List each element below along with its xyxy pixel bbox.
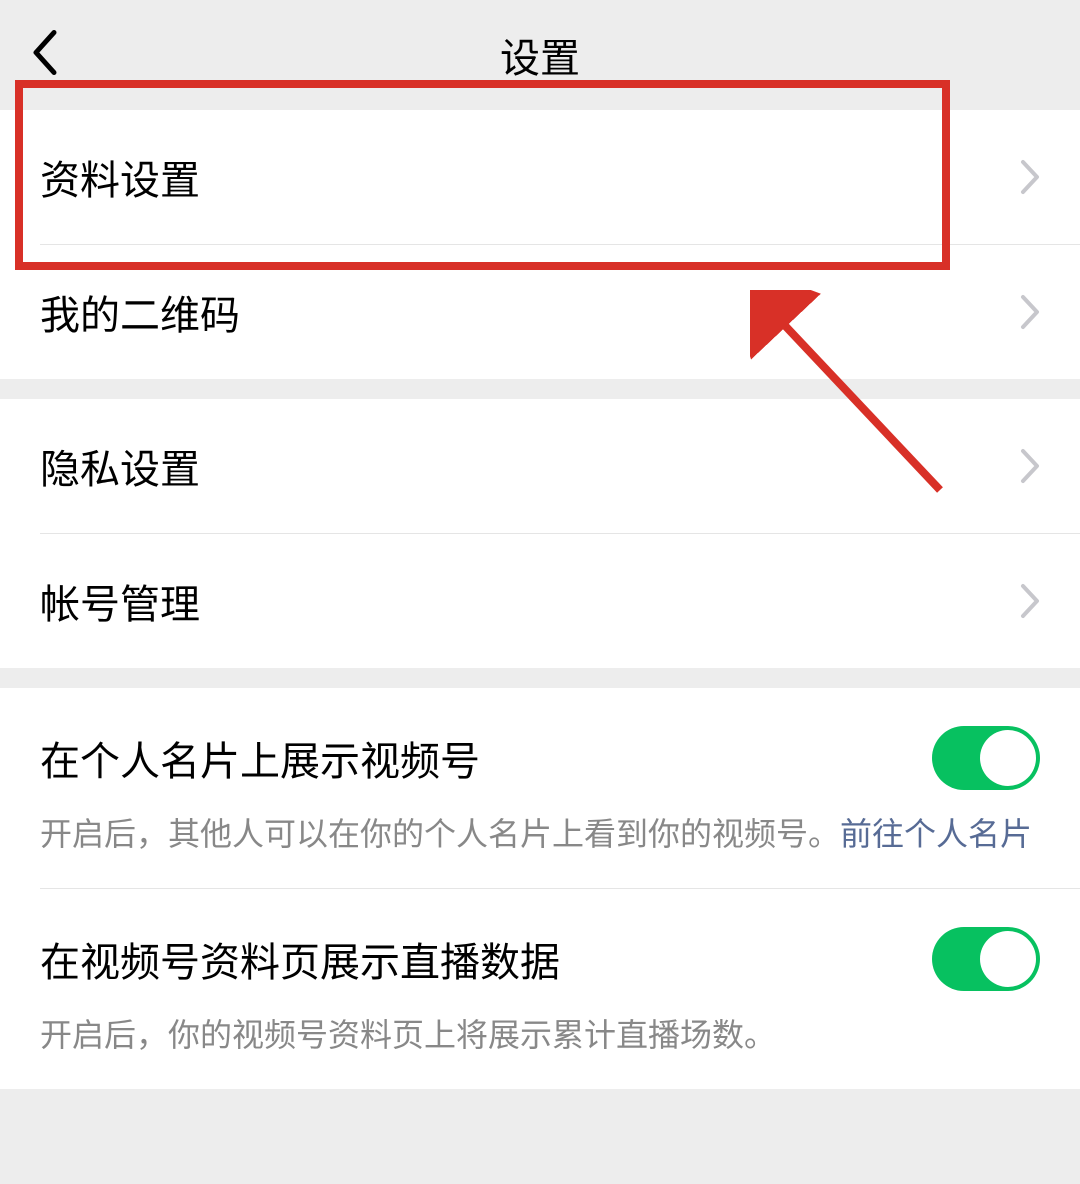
list-item-label: 资料设置 <box>40 148 200 206</box>
settings-group-3: 在个人名片上展示视频号 开启后，其他人可以在你的个人名片上看到你的视频号。前往个… <box>0 688 1080 1089</box>
switch-knob <box>980 931 1036 987</box>
list-item-label: 帐号管理 <box>40 572 200 630</box>
toggle-label: 在个人名片上展示视频号 <box>40 729 480 787</box>
toggle-label: 在视频号资料页展示直播数据 <box>40 930 560 988</box>
chevron-left-icon <box>30 29 58 77</box>
go-to-profile-card-link[interactable]: 前往个人名片 <box>840 816 1032 852</box>
show-live-data-switch[interactable] <box>932 927 1040 991</box>
header: 设置 <box>0 0 1080 110</box>
show-live-data-toggle-item: 在视频号资料页展示直播数据 开启后，你的视频号资料页上将展示累计直播场数。 <box>0 889 1080 1089</box>
settings-group-2: 隐私设置 帐号管理 <box>0 399 1080 668</box>
page-title: 设置 <box>0 26 1080 84</box>
switch-knob <box>980 730 1036 786</box>
chevron-right-icon <box>1020 294 1040 330</box>
account-management-item[interactable]: 帐号管理 <box>0 534 1080 668</box>
privacy-settings-item[interactable]: 隐私设置 <box>0 399 1080 533</box>
list-item-label: 我的二维码 <box>40 283 240 341</box>
my-qrcode-item[interactable]: 我的二维码 <box>0 245 1080 379</box>
chevron-right-icon <box>1020 583 1040 619</box>
show-video-account-switch[interactable] <box>932 726 1040 790</box>
toggle-description: 开启后，你的视频号资料页上将展示累计直播场数。 <box>40 1011 1040 1059</box>
profile-settings-item[interactable]: 资料设置 <box>0 110 1080 244</box>
show-video-account-toggle-item: 在个人名片上展示视频号 开启后，其他人可以在你的个人名片上看到你的视频号。前往个… <box>0 688 1080 888</box>
chevron-right-icon <box>1020 159 1040 195</box>
list-item-label: 隐私设置 <box>40 437 200 495</box>
section-gap <box>0 668 1080 688</box>
settings-group-1: 资料设置 我的二维码 <box>0 110 1080 379</box>
section-gap <box>0 379 1080 399</box>
chevron-right-icon <box>1020 448 1040 484</box>
back-button[interactable] <box>30 29 58 82</box>
toggle-description: 开启后，其他人可以在你的个人名片上看到你的视频号。前往个人名片 <box>40 810 1040 858</box>
